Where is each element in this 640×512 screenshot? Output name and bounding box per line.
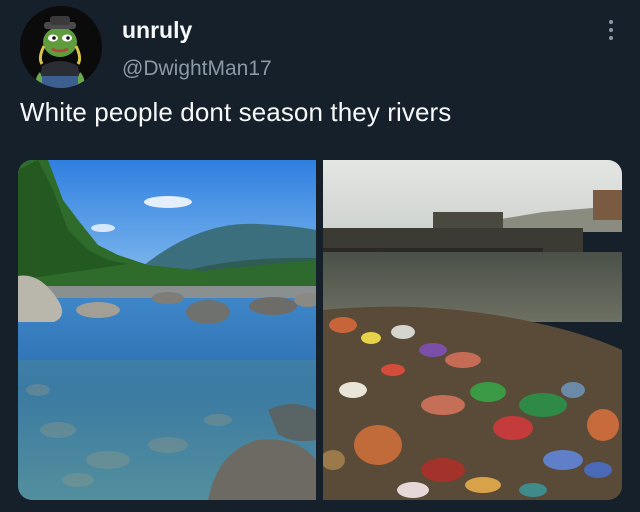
pepe-frog-avatar-icon — [20, 6, 102, 88]
tweet-text: White people dont season they rivers — [20, 97, 452, 127]
clean-river-photo[interactable] — [18, 160, 316, 500]
user-handle[interactable]: @DwightMan17 — [122, 57, 272, 81]
display-name[interactable]: unruly — [122, 17, 192, 44]
more-options-button[interactable] — [604, 16, 618, 44]
avatar[interactable] — [20, 6, 102, 88]
tweet-media[interactable] — [18, 160, 622, 500]
more-vertical-icon — [609, 20, 613, 40]
polluted-river-photo[interactable] — [323, 160, 622, 500]
